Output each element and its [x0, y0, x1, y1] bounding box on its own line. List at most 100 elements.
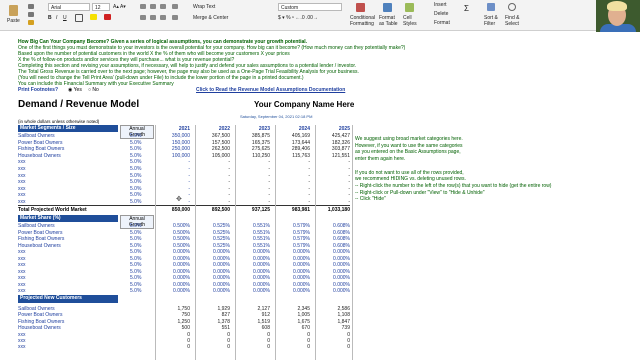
- cell-value[interactable]: 105,000: [200, 153, 230, 159]
- table-row[interactable]: Power Boat Owners 5.0% 0.500% 0.525% 0.551% 0…: [18, 230, 350, 236]
- cell-value[interactable]: 110,250: [240, 153, 270, 159]
- cell-value[interactable]: -: [200, 159, 230, 165]
- cell-value[interactable]: 0.000%: [160, 256, 190, 262]
- cell-value[interactable]: 0.500%: [160, 243, 190, 249]
- cell-value[interactable]: -: [200, 186, 230, 192]
- cell-value[interactable]: 0.000%: [160, 249, 190, 255]
- cell-value[interactable]: 0.579%: [280, 236, 310, 242]
- wrap-text-button[interactable]: Wrap Text: [193, 4, 215, 10]
- conditional-formatting-button[interactable]: Conditional Formatting: [350, 15, 380, 27]
- growth-rate[interactable]: 5.0%: [130, 146, 141, 152]
- worksheet[interactable]: How Big Can Your Company Become? Given a…: [0, 30, 640, 360]
- sort-filter-icon[interactable]: [487, 3, 495, 11]
- cell-value[interactable]: -: [320, 166, 350, 172]
- cell-value[interactable]: 1,250: [160, 319, 190, 325]
- paste-icon[interactable]: [9, 5, 18, 16]
- table-row[interactable]: xxx 0 0 0 0 0: [18, 344, 350, 350]
- cell-value[interactable]: 0.525%: [200, 230, 230, 236]
- cell-value[interactable]: -: [320, 186, 350, 192]
- cell-value[interactable]: 0.579%: [280, 243, 310, 249]
- cell-value[interactable]: 0.000%: [160, 288, 190, 294]
- align-bottom-icon[interactable]: [160, 4, 166, 9]
- cell-value[interactable]: 0.579%: [280, 230, 310, 236]
- growth-rate[interactable]: 5.0%: [130, 133, 141, 139]
- cell-value[interactable]: 0.000%: [240, 249, 270, 255]
- table-row[interactable]: Houseboat Owners 5.0% 100,000 105,000 110,25…: [18, 153, 350, 159]
- cell-value[interactable]: 0: [160, 338, 190, 344]
- cell-value[interactable]: 0.000%: [320, 256, 350, 262]
- cell-value[interactable]: 0.000%: [200, 288, 230, 294]
- growth-rate[interactable]: 5.0%: [130, 243, 141, 249]
- table-row[interactable]: xxx 5.0% 0.000% 0.000% 0.000% 0.000% 0.000%: [18, 288, 350, 294]
- font-name-box[interactable]: Arial: [48, 3, 90, 11]
- table-row[interactable]: xxx 5.0% - - - - -: [18, 173, 350, 179]
- cell-value[interactable]: 0.000%: [240, 262, 270, 268]
- cell-value[interactable]: 0: [240, 344, 270, 350]
- cell-value[interactable]: -: [240, 179, 270, 185]
- format-as-table-button[interactable]: Format as Table: [379, 15, 401, 27]
- table-row[interactable]: Houseboat Owners 5.0% 0.500% 0.525% 0.551% 0.…: [18, 243, 350, 249]
- cell-styles-icon[interactable]: [405, 3, 414, 12]
- growth-rate[interactable]: 5.0%: [130, 269, 141, 275]
- table-row[interactable]: Power Boat Owners 750 827 912 1,005 1,108: [18, 312, 350, 318]
- cell-value[interactable]: 0: [320, 338, 350, 344]
- cell-value[interactable]: 405,169: [280, 133, 310, 139]
- cell-value[interactable]: -: [200, 166, 230, 172]
- growth-rate[interactable]: 5.0%: [130, 230, 141, 236]
- cell-value[interactable]: 0.000%: [200, 262, 230, 268]
- cell-value[interactable]: -: [320, 159, 350, 165]
- cell-value[interactable]: 0.525%: [200, 243, 230, 249]
- cell-value[interactable]: 157,500: [200, 140, 230, 146]
- table-row[interactable]: xxx 5.0% - - - - -: [18, 186, 350, 192]
- cell-value[interactable]: 0: [200, 332, 230, 338]
- cell-value[interactable]: 0.000%: [320, 275, 350, 281]
- growth-rate[interactable]: 5.0%: [130, 166, 141, 172]
- cell-value[interactable]: -: [160, 173, 190, 179]
- cell-styles-button[interactable]: Cell Styles: [403, 15, 419, 27]
- cell-value[interactable]: 0: [160, 344, 190, 350]
- cell-value[interactable]: 0.000%: [200, 269, 230, 275]
- cell-value[interactable]: -: [160, 166, 190, 172]
- insert-button[interactable]: Insert: [434, 2, 447, 8]
- cell-value[interactable]: 1,519: [240, 319, 270, 325]
- cell-value[interactable]: -: [320, 192, 350, 198]
- bold-button[interactable]: B: [48, 15, 52, 21]
- cell-value[interactable]: 912: [240, 312, 270, 318]
- cell-value[interactable]: -: [200, 192, 230, 198]
- cell-value[interactable]: 150,000: [160, 140, 190, 146]
- growth-rate[interactable]: 5.0%: [130, 159, 141, 165]
- find-select-button[interactable]: Find & Select: [505, 15, 521, 27]
- conditional-formatting-icon[interactable]: [356, 3, 365, 12]
- cell-value[interactable]: -: [160, 192, 190, 198]
- cell-value[interactable]: 0.551%: [240, 243, 270, 249]
- cell-value[interactable]: 2,127: [240, 306, 270, 312]
- cell-value[interactable]: 0.525%: [200, 236, 230, 242]
- cell-value[interactable]: 1,847: [320, 319, 350, 325]
- table-row[interactable]: Fishing Boat Owners 5.0% 0.500% 0.525% 0.551…: [18, 236, 350, 242]
- table-row[interactable]: xxx 0 0 0 0 0: [18, 338, 350, 344]
- table-row[interactable]: xxx 5.0% 0.000% 0.000% 0.000% 0.000% 0.000%: [18, 282, 350, 288]
- cell-value[interactable]: 0.000%: [280, 262, 310, 268]
- cell-value[interactable]: -: [200, 173, 230, 179]
- cell-value[interactable]: 0.000%: [200, 249, 230, 255]
- cell-value[interactable]: 0.000%: [320, 282, 350, 288]
- cell-value[interactable]: 1,675: [280, 319, 310, 325]
- assumptions-link[interactable]: Click to Read the Revenue Model Assumpti…: [196, 87, 345, 93]
- cell-value[interactable]: 0: [280, 344, 310, 350]
- format-as-table-icon[interactable]: [383, 3, 392, 12]
- cell-value[interactable]: -: [240, 173, 270, 179]
- table-row[interactable]: xxx 5.0% 0.000% 0.000% 0.000% 0.000% 0.000%: [18, 249, 350, 255]
- cell-value[interactable]: -: [280, 173, 310, 179]
- growth-rate[interactable]: 5.0%: [130, 192, 141, 198]
- cell-value[interactable]: 115,763: [280, 153, 310, 159]
- cell-value[interactable]: -: [320, 179, 350, 185]
- orientation-icon[interactable]: [172, 4, 178, 9]
- table-row[interactable]: xxx 5.0% 0.000% 0.000% 0.000% 0.000% 0.000%: [18, 262, 350, 268]
- cell-value[interactable]: -: [280, 179, 310, 185]
- cell-value[interactable]: 0.000%: [280, 269, 310, 275]
- cell-value[interactable]: 0.000%: [160, 262, 190, 268]
- cell-value[interactable]: -: [240, 186, 270, 192]
- sum-icon[interactable]: Σ: [464, 4, 469, 13]
- cell-value[interactable]: 1,378: [200, 319, 230, 325]
- cell-value[interactable]: -: [320, 173, 350, 179]
